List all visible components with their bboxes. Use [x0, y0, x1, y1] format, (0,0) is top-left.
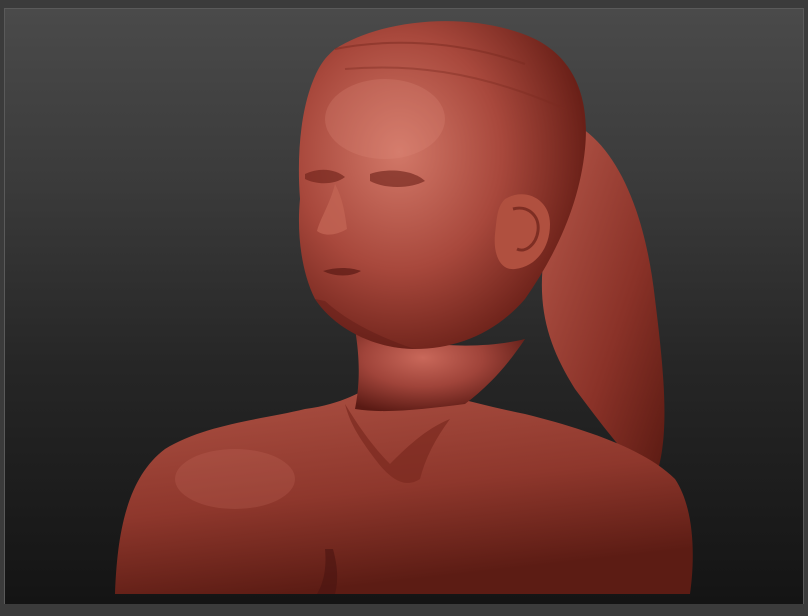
sculpt-model[interactable] [5, 9, 803, 605]
viewport-bottom-bar [0, 604, 808, 616]
app-window [0, 0, 808, 616]
3d-viewport[interactable] [4, 8, 804, 606]
